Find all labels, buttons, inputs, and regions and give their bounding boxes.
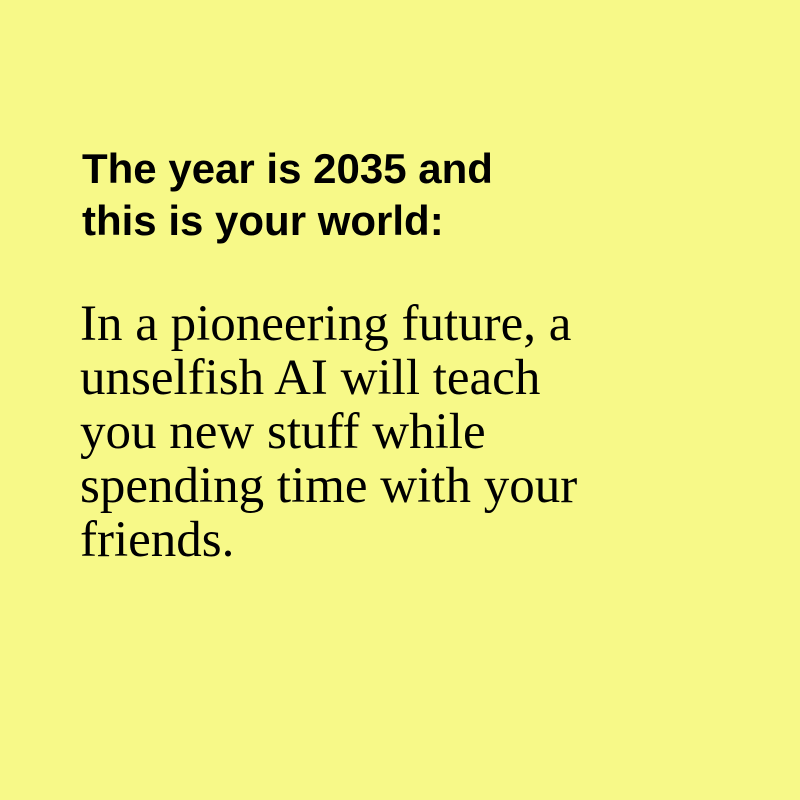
headline-line: this is your world: — [82, 197, 444, 244]
body-line: spending time with your — [80, 458, 578, 514]
body-line: In a pioneering future, a — [80, 296, 572, 352]
headline: The year is 2035 and this is your world: — [82, 143, 722, 247]
body-line: friends. — [80, 512, 235, 568]
body-line: unselfish AI will teach — [80, 350, 541, 406]
body-line: you new stuff while — [80, 404, 486, 460]
headline-line: The year is 2035 and — [82, 145, 493, 192]
body-paragraph: In a pioneering future, a unselfish AI w… — [80, 297, 740, 567]
card: The year is 2035 and this is your world:… — [0, 0, 800, 800]
